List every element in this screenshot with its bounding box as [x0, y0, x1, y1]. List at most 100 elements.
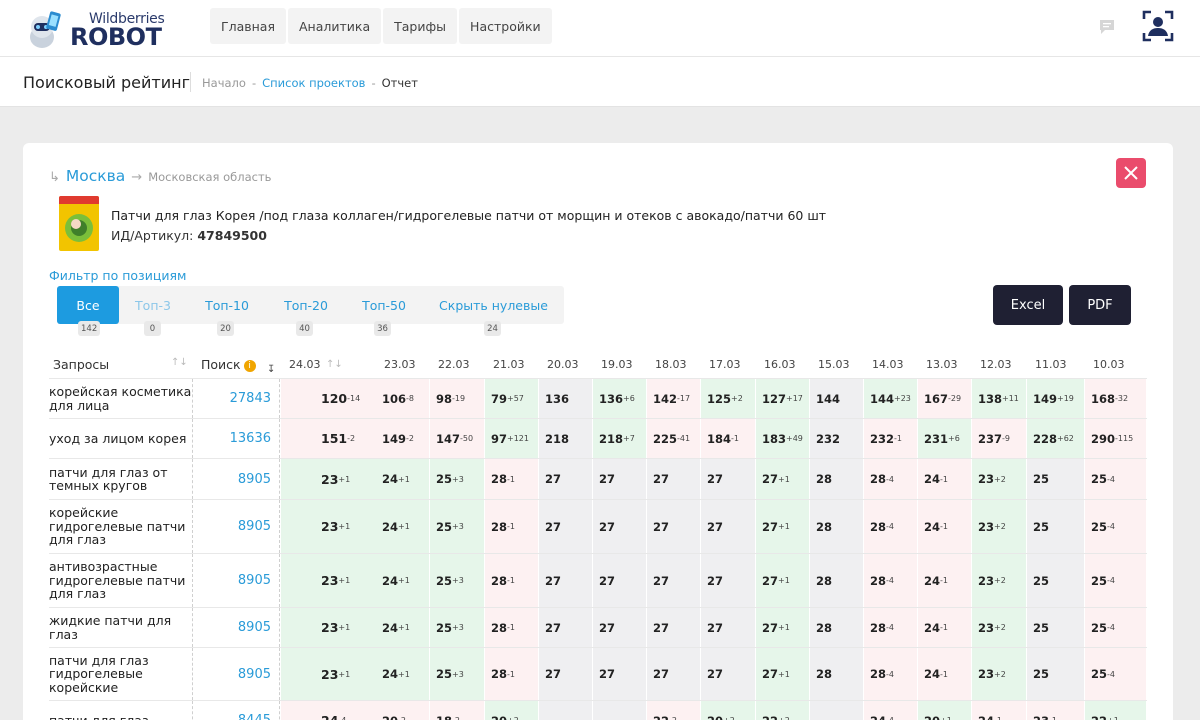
position-value: 28 — [870, 519, 887, 534]
column-header-date[interactable]: 17.03 — [709, 358, 741, 371]
report-card: ↳ Москва → Московская область Патчи для … — [23, 143, 1173, 720]
info-icon[interactable]: i — [243, 359, 256, 372]
position-cell: 24 +1 — [376, 459, 430, 499]
query-cell: жидкие патчи для глаз — [49, 608, 193, 647]
column-header-date[interactable]: 14.03 — [872, 358, 904, 371]
column-header-date[interactable]: 21.03 — [493, 358, 525, 371]
position-cell: 28 -4 — [864, 554, 918, 607]
position-delta: +2 — [994, 576, 1006, 585]
position-cell: 120 -14 — [281, 379, 377, 418]
nav-home[interactable]: Главная — [210, 8, 286, 44]
position-value: 24 — [924, 472, 941, 486]
sort-icon[interactable]: ↑↓ — [171, 357, 188, 368]
search-volume-link[interactable]: 8905 — [193, 608, 280, 647]
column-header-date[interactable]: 16.03 — [764, 358, 796, 371]
position-value: 25 — [436, 472, 453, 486]
position-value: 27 — [653, 472, 670, 486]
position-cell — [539, 701, 593, 720]
search-volume-link[interactable]: 8905 — [193, 554, 280, 607]
position-cell: 147 -50 — [430, 419, 485, 458]
column-header-queries[interactable]: Запросы — [53, 357, 109, 372]
column-header-search[interactable]: Поиск i — [201, 357, 256, 372]
logo[interactable]: Wildberries ROBOT — [25, 6, 175, 51]
search-volume-link[interactable]: 27843 — [193, 379, 280, 418]
position-value: 290 — [1091, 431, 1116, 446]
query-cell: корейские гидрогелевые патчи для глаз — [49, 500, 193, 553]
top-navbar: Wildberries ROBOT Главная Аналитика Тари… — [0, 0, 1200, 57]
position-delta: +1 — [398, 669, 410, 679]
position-cell: 23 +2 — [972, 459, 1027, 499]
sort-desc-icon[interactable]: ↧ — [267, 364, 275, 375]
breadcrumb-home[interactable]: Начало — [202, 76, 246, 90]
profile-icon[interactable] — [1142, 10, 1174, 42]
position-cell: 27 — [647, 459, 701, 499]
column-header-date[interactable]: 22.03 — [438, 358, 470, 371]
position-cell: 18-2 — [430, 701, 485, 720]
nav-analytics[interactable]: Аналитика — [288, 8, 382, 44]
filter-tab-hide-zero[interactable]: Скрыть нулевые — [423, 286, 564, 324]
table-header: Запросы ↑↓ Поиск i ↧ 24.03 ↑↓ 23.03 22.03 21.… — [49, 352, 1149, 377]
position-value: 20 — [382, 714, 398, 720]
position-value: 27 — [762, 573, 779, 588]
position-delta: +1 — [338, 576, 351, 585]
filter-tab-all[interactable]: Все — [57, 286, 119, 324]
position-cell: 20+1 — [918, 701, 972, 720]
position-delta: -1 — [507, 669, 515, 679]
filter-tab-top3[interactable]: Топ-3 — [119, 286, 187, 324]
chat-icon[interactable] — [1098, 18, 1116, 36]
filter-tab-top10[interactable]: Топ-10 — [187, 286, 267, 324]
city-link[interactable]: Москва — [66, 167, 125, 185]
close-button[interactable] — [1116, 158, 1146, 188]
position-delta: +1 — [338, 522, 351, 531]
sort-icon[interactable]: ↑↓ — [326, 359, 343, 370]
position-delta: +1 — [398, 576, 410, 585]
position-cell: 28 -1 — [485, 608, 539, 647]
position-value: 167 — [924, 391, 949, 406]
position-value: 24 — [978, 714, 994, 720]
search-volume-link[interactable]: 13636 — [193, 419, 280, 458]
column-header-date[interactable]: 11.03 — [1035, 358, 1067, 371]
position-value: 23 — [321, 573, 339, 588]
nav-settings[interactable]: Настройки — [459, 8, 552, 44]
column-header-date[interactable]: 24.03 — [289, 358, 321, 371]
nav-tariffs[interactable]: Тарифы — [383, 8, 458, 44]
pdf-button[interactable]: PDF — [1069, 285, 1131, 325]
column-header-date[interactable]: 15.03 — [818, 358, 850, 371]
position-cell: 24-1 — [918, 554, 972, 607]
position-value: 125 — [707, 391, 732, 406]
position-delta: +3 — [452, 474, 464, 484]
position-delta: -2 — [406, 434, 414, 443]
position-delta: -4 — [1107, 623, 1115, 632]
search-volume-link[interactable]: 8905 — [193, 500, 280, 553]
position-value: 27 — [599, 667, 616, 681]
column-header-date[interactable]: 13.03 — [926, 358, 958, 371]
position-cell: 28 -4 — [864, 500, 918, 553]
position-value: 27 — [707, 519, 724, 534]
position-delta: -2 — [347, 434, 356, 443]
position-cell: 28 -4 — [864, 459, 918, 499]
search-volume-link[interactable]: 8905 — [193, 459, 280, 499]
column-header-date[interactable]: 18.03 — [655, 358, 687, 371]
column-header-date[interactable]: 23.03 — [384, 358, 416, 371]
position-cell: 218 — [539, 419, 593, 458]
column-header-date[interactable]: 12.03 — [980, 358, 1012, 371]
column-header-date[interactable]: 20.03 — [547, 358, 579, 371]
position-value: 142 — [653, 391, 678, 406]
table-row: корейские гидрогелевые патчи для глаз 890… — [49, 499, 1147, 553]
position-value: 23 — [978, 573, 995, 588]
position-delta: -2 — [669, 716, 677, 720]
position-cell: 232 — [810, 419, 864, 458]
count-badge: 40 — [296, 321, 313, 336]
column-header-date[interactable]: 19.03 — [601, 358, 633, 371]
excel-button[interactable]: Excel — [993, 285, 1063, 325]
column-header-date[interactable]: 10.03 — [1093, 358, 1125, 371]
position-value: 237 — [978, 431, 1003, 446]
position-value: 28 — [816, 472, 833, 486]
search-volume-link[interactable]: 8905 — [193, 648, 280, 700]
breadcrumb-projects[interactable]: Список проектов — [262, 76, 365, 90]
position-cell: 23 +2 — [972, 554, 1027, 607]
filter-tab-top20[interactable]: Топ-20 — [267, 286, 345, 324]
search-volume-link[interactable]: 8445 — [193, 701, 280, 720]
query-cell: корейская косметика для лица — [49, 379, 193, 418]
filter-tab-top50[interactable]: Топ-50 — [345, 286, 423, 324]
